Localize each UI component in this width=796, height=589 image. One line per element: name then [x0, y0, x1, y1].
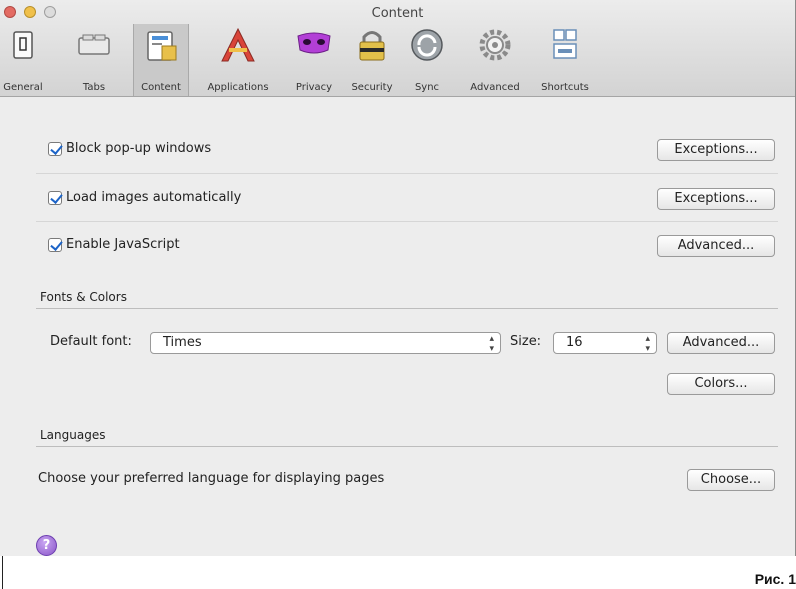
tab-shortcuts[interactable]: Shortcuts [537, 24, 593, 96]
enable-javascript-label: Enable JavaScript [66, 237, 180, 252]
select-arrows-icon: ▴ ▾ [489, 334, 494, 354]
gear-icon [479, 29, 511, 61]
section-divider [36, 446, 778, 447]
tab-content[interactable]: Content [133, 24, 189, 96]
checkbox-checked-icon [48, 141, 62, 156]
tab-sync[interactable]: Sync [407, 24, 447, 96]
checkbox-checked-icon [48, 237, 62, 252]
privacy-mask-icon [297, 32, 331, 54]
fonts-colors-heading: Fonts & Colors [40, 290, 127, 304]
tabs-icon [78, 34, 110, 55]
checkbox-checked-icon [48, 190, 62, 205]
tab-security[interactable]: Security [345, 24, 399, 96]
default-font-label: Default font: [50, 334, 132, 349]
tab-privacy-label: Privacy [295, 82, 333, 93]
tab-sync-label: Sync [414, 82, 440, 93]
default-font-value: Times [163, 335, 202, 350]
load-images-label: Load images automatically [66, 190, 242, 205]
tab-general-label: General [3, 82, 43, 93]
section-divider [36, 308, 778, 309]
tab-tabs[interactable]: Tabs [74, 24, 114, 96]
help-question-icon: ? [42, 538, 51, 553]
languages-heading: Languages [40, 428, 106, 442]
figure-caption: Рис. 1 [754, 571, 796, 587]
load-images-checkbox[interactable]: Load images automatically [48, 190, 241, 205]
help-button[interactable]: ? [36, 535, 57, 556]
title-bar: Content General Tabs Content Application… [0, 0, 795, 97]
tab-shortcuts-label: Shortcuts [541, 82, 589, 93]
tab-applications-label: Applications [207, 82, 269, 93]
keyboard-icon [553, 29, 577, 59]
default-font-select[interactable]: Times ▴ ▾ [150, 332, 501, 354]
choose-language-button[interactable]: Choose... [687, 469, 775, 491]
preferences-window: Content General Tabs Content Application… [0, 0, 796, 556]
font-size-select[interactable]: 16 ▴ ▾ [553, 332, 657, 354]
popup-exceptions-button[interactable]: Exceptions... [657, 139, 775, 161]
colors-button[interactable]: Colors... [667, 373, 775, 395]
lock-icon [359, 31, 385, 61]
javascript-advanced-button[interactable]: Advanced... [657, 235, 775, 257]
applications-icon [221, 27, 255, 62]
frame-border [2, 556, 3, 589]
size-label: Size: [510, 334, 542, 349]
tab-tabs-label: Tabs [82, 82, 106, 93]
tab-privacy[interactable]: Privacy [289, 24, 339, 96]
block-popups-label: Block pop-up windows [66, 141, 212, 156]
tab-general[interactable]: General [0, 24, 46, 96]
tab-advanced[interactable]: Advanced [461, 24, 529, 96]
font-size-value: 16 [566, 335, 583, 350]
general-icon [13, 31, 33, 59]
enable-javascript-checkbox[interactable]: Enable JavaScript [48, 237, 180, 252]
sync-icon [411, 29, 443, 61]
tab-advanced-label: Advanced [470, 82, 520, 93]
images-exceptions-button[interactable]: Exceptions... [657, 188, 775, 210]
window-title: Content [371, 6, 424, 21]
fonts-advanced-button[interactable]: Advanced... [667, 332, 775, 354]
tab-security-label: Security [351, 82, 393, 93]
tab-applications[interactable]: Applications [195, 24, 281, 96]
languages-description: Choose your preferred language for displ… [38, 471, 385, 486]
tab-content-label: Content [141, 82, 181, 93]
divider [36, 173, 778, 174]
block-popups-checkbox[interactable]: Block pop-up windows [48, 141, 211, 156]
select-arrows-icon: ▴ ▾ [645, 334, 650, 354]
divider [36, 221, 778, 222]
content-icon [147, 31, 177, 61]
